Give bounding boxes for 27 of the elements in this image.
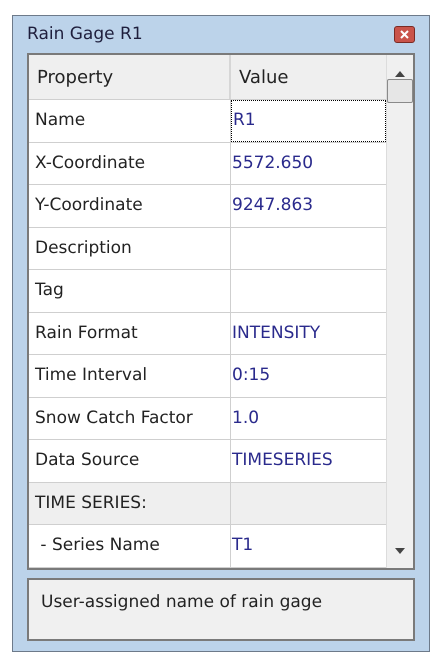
scroll-thumb[interactable] [387, 79, 413, 103]
scroll-down-icon [395, 548, 405, 554]
value-cell[interactable]: 5572.650 [231, 142, 386, 184]
property-cell: Rain Format [29, 312, 231, 354]
window-title: Rain Gage R1 [27, 22, 143, 46]
close-button[interactable] [394, 26, 415, 43]
column-header: Value [238, 66, 290, 90]
property-cell: Snow Catch Factor [29, 398, 231, 439]
scrollbar[interactable] [386, 55, 413, 568]
value-cell[interactable]: 0:15 [231, 355, 386, 396]
property-cell: Y-Coordinate [29, 185, 231, 226]
close-icon [400, 30, 409, 39]
property-cell: Tag [29, 270, 231, 312]
property-cell: Time Interval [29, 355, 231, 396]
property-cell: - Series Name [29, 525, 231, 566]
scroll-up-icon [395, 71, 405, 77]
property-cell: X-Coordinate [29, 142, 231, 184]
property-cell: Name [29, 100, 231, 142]
value-cell[interactable]: 9247.863 [231, 185, 386, 226]
property-cell: TIME SERIES: [29, 482, 231, 524]
value-cell[interactable]: 1.0 [231, 398, 386, 439]
value-cell[interactable]: TIMESERIES [231, 440, 386, 482]
property-cell: Description [29, 228, 231, 269]
description-text: User-assigned name of rain gage [41, 590, 324, 614]
value-cell[interactable]: INTENSITY [231, 312, 386, 354]
property-cell: Data Source [29, 440, 231, 482]
value-cell[interactable]: T1 [231, 525, 386, 566]
